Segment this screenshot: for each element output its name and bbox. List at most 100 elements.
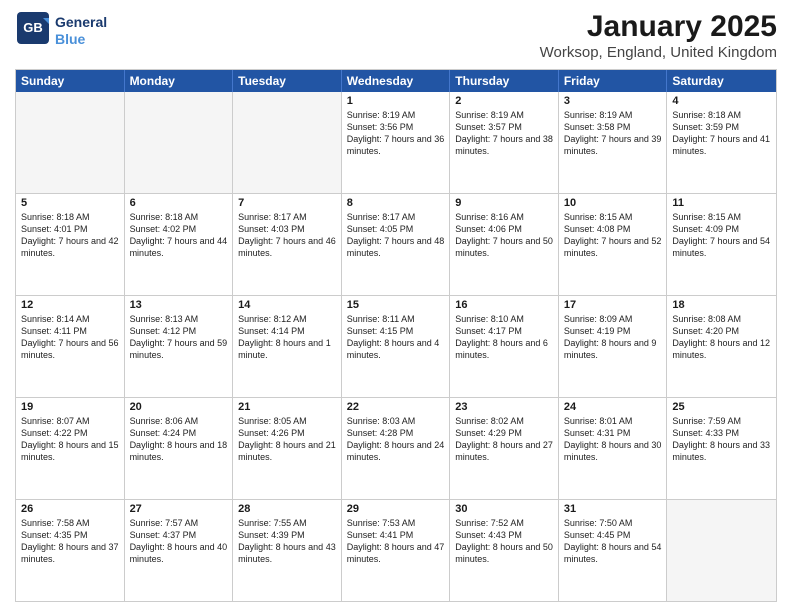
- cal-cell: 22 Sunrise: 8:03 AM Sunset: 4:28 PM Dayli…: [342, 398, 451, 499]
- day-number: 22: [347, 401, 445, 413]
- cal-week-row: 26 Sunrise: 7:58 AM Sunset: 4:35 PM Dayli…: [16, 499, 776, 601]
- cal-cell: 30Sunrise: 7:52 AM Sunset: 4:43 PM Dayli…: [450, 500, 559, 601]
- cal-cell: 1 Sunrise: 8:19 AM Sunset: 3:56 PM Daylig…: [342, 92, 451, 193]
- day-number: 31: [564, 503, 662, 515]
- page-title: January 2025: [540, 10, 777, 44]
- cell-info: Sunrise: 7:58 AM Sunset: 4:35 PM Dayligh…: [21, 517, 119, 566]
- cal-cell: 7 Sunrise: 8:17 AM Sunset: 4:03 PM Daylig…: [233, 194, 342, 295]
- cell-info: Sunrise: 7:59 AM Sunset: 4:33 PM Dayligh…: [672, 415, 771, 464]
- logo-icon: GB: [15, 10, 51, 46]
- cal-week-row: 5 Sunrise: 8:18 AM Sunset: 4:01 PM Daylig…: [16, 193, 776, 295]
- cal-cell: 16Sunrise: 8:10 AM Sunset: 4:17 PM Dayli…: [450, 296, 559, 397]
- cell-info: Sunrise: 8:14 AM Sunset: 4:11 PM Dayligh…: [21, 313, 119, 362]
- day-number: 26: [21, 503, 119, 515]
- day-number: 17: [564, 299, 662, 311]
- cal-cell: 10 Sunrise: 8:15 AM Sunset: 4:08 PM Dayli…: [559, 194, 668, 295]
- cal-cell: 2 Sunrise: 8:19 AM Sunset: 3:57 PM Daylig…: [450, 92, 559, 193]
- cal-week-row: 1 Sunrise: 8:19 AM Sunset: 3:56 PM Daylig…: [16, 92, 776, 193]
- cal-cell: 14Sunrise: 8:12 AM Sunset: 4:14 PM Dayli…: [233, 296, 342, 397]
- day-number: 29: [347, 503, 445, 515]
- cell-info: Sunrise: 7:53 AM Sunset: 4:41 PM Dayligh…: [347, 517, 445, 566]
- cell-info: Sunrise: 7:50 AM Sunset: 4:45 PM Dayligh…: [564, 517, 662, 566]
- day-number: 28: [238, 503, 336, 515]
- cell-info: Sunrise: 8:06 AM Sunset: 4:24 PM Dayligh…: [130, 415, 228, 464]
- cell-info: Sunrise: 8:08 AM Sunset: 4:20 PM Dayligh…: [672, 313, 771, 362]
- cal-header-day: Tuesday: [233, 70, 342, 92]
- day-number: 19: [21, 401, 119, 413]
- cell-info: Sunrise: 7:52 AM Sunset: 4:43 PM Dayligh…: [455, 517, 553, 566]
- cell-info: Sunrise: 8:17 AM Sunset: 4:03 PM Dayligh…: [238, 211, 336, 260]
- cell-info: Sunrise: 7:57 AM Sunset: 4:37 PM Dayligh…: [130, 517, 228, 566]
- cal-cell: 20 Sunrise: 8:06 AM Sunset: 4:24 PM Dayli…: [125, 398, 234, 499]
- cell-info: Sunrise: 8:12 AM Sunset: 4:14 PM Dayligh…: [238, 313, 336, 362]
- cal-cell: [233, 92, 342, 193]
- page: GB General Blue January 2025 Worksop, En…: [0, 0, 792, 612]
- day-number: 1: [347, 95, 445, 107]
- cell-info: Sunrise: 8:15 AM Sunset: 4:09 PM Dayligh…: [672, 211, 771, 260]
- cal-header-day: Monday: [125, 70, 234, 92]
- cal-cell: 4 Sunrise: 8:18 AM Sunset: 3:59 PM Daylig…: [667, 92, 776, 193]
- cal-cell: 13Sunrise: 8:13 AM Sunset: 4:12 PM Dayli…: [125, 296, 234, 397]
- cal-cell: 9 Sunrise: 8:16 AM Sunset: 4:06 PM Daylig…: [450, 194, 559, 295]
- cal-cell: 5 Sunrise: 8:18 AM Sunset: 4:01 PM Daylig…: [16, 194, 125, 295]
- cell-info: Sunrise: 8:13 AM Sunset: 4:12 PM Dayligh…: [130, 313, 228, 362]
- cal-cell: 27 Sunrise: 7:57 AM Sunset: 4:37 PM Dayli…: [125, 500, 234, 601]
- cal-cell: 26 Sunrise: 7:58 AM Sunset: 4:35 PM Dayli…: [16, 500, 125, 601]
- cal-cell: 3Sunrise: 8:19 AM Sunset: 3:58 PM Daylig…: [559, 92, 668, 193]
- cell-info: Sunrise: 8:15 AM Sunset: 4:08 PM Dayligh…: [564, 211, 662, 260]
- day-number: 5: [21, 197, 119, 209]
- day-number: 10: [564, 197, 662, 209]
- cell-info: Sunrise: 8:02 AM Sunset: 4:29 PM Dayligh…: [455, 415, 553, 464]
- day-number: 20: [130, 401, 228, 413]
- cell-info: Sunrise: 8:19 AM Sunset: 3:57 PM Dayligh…: [455, 109, 553, 158]
- cal-header-day: Thursday: [450, 70, 559, 92]
- cal-header-day: Saturday: [667, 70, 776, 92]
- day-number: 25: [672, 401, 771, 413]
- cell-info: Sunrise: 8:09 AM Sunset: 4:19 PM Dayligh…: [564, 313, 662, 362]
- cal-cell: [667, 500, 776, 601]
- cell-info: Sunrise: 7:55 AM Sunset: 4:39 PM Dayligh…: [238, 517, 336, 566]
- cal-cell: 18 Sunrise: 8:08 AM Sunset: 4:20 PM Dayli…: [667, 296, 776, 397]
- cal-cell: 29 Sunrise: 7:53 AM Sunset: 4:41 PM Dayli…: [342, 500, 451, 601]
- cell-info: Sunrise: 8:19 AM Sunset: 3:56 PM Dayligh…: [347, 109, 445, 158]
- calendar-header: SundayMondayTuesdayWednesdayThursdayFrid…: [16, 70, 776, 92]
- day-number: 8: [347, 197, 445, 209]
- cell-info: Sunrise: 8:05 AM Sunset: 4:26 PM Dayligh…: [238, 415, 336, 464]
- cell-info: Sunrise: 8:03 AM Sunset: 4:28 PM Dayligh…: [347, 415, 445, 464]
- cell-info: Sunrise: 8:01 AM Sunset: 4:31 PM Dayligh…: [564, 415, 662, 464]
- cal-header-day: Sunday: [16, 70, 125, 92]
- day-number: 11: [672, 197, 771, 209]
- day-number: 16: [455, 299, 553, 311]
- cell-info: Sunrise: 8:07 AM Sunset: 4:22 PM Dayligh…: [21, 415, 119, 464]
- cell-info: Sunrise: 8:17 AM Sunset: 4:05 PM Dayligh…: [347, 211, 445, 260]
- calendar-body: 1 Sunrise: 8:19 AM Sunset: 3:56 PM Daylig…: [16, 92, 776, 601]
- day-number: 15: [347, 299, 445, 311]
- day-number: 18: [672, 299, 771, 311]
- cal-cell: [16, 92, 125, 193]
- day-number: 24: [564, 401, 662, 413]
- logo-line2: Blue: [55, 31, 107, 48]
- cell-info: Sunrise: 8:18 AM Sunset: 3:59 PM Dayligh…: [672, 109, 771, 158]
- cal-cell: 11 Sunrise: 8:15 AM Sunset: 4:09 PM Dayli…: [667, 194, 776, 295]
- logo-line1: General: [55, 14, 107, 31]
- cell-info: Sunrise: 8:18 AM Sunset: 4:02 PM Dayligh…: [130, 211, 228, 260]
- day-number: 4: [672, 95, 771, 107]
- page-subtitle: Worksop, England, United Kingdom: [540, 44, 777, 61]
- cal-cell: 28 Sunrise: 7:55 AM Sunset: 4:39 PM Dayli…: [233, 500, 342, 601]
- day-number: 7: [238, 197, 336, 209]
- cal-week-row: 12Sunrise: 8:14 AM Sunset: 4:11 PM Dayli…: [16, 295, 776, 397]
- day-number: 27: [130, 503, 228, 515]
- cal-cell: 6 Sunrise: 8:18 AM Sunset: 4:02 PM Daylig…: [125, 194, 234, 295]
- cell-info: Sunrise: 8:16 AM Sunset: 4:06 PM Dayligh…: [455, 211, 553, 260]
- day-number: 23: [455, 401, 553, 413]
- title-block: January 2025 Worksop, England, United Ki…: [540, 10, 777, 61]
- day-number: 6: [130, 197, 228, 209]
- day-number: 9: [455, 197, 553, 209]
- cal-cell: 31 Sunrise: 7:50 AM Sunset: 4:45 PM Dayli…: [559, 500, 668, 601]
- cal-cell: 19 Sunrise: 8:07 AM Sunset: 4:22 PM Dayli…: [16, 398, 125, 499]
- cal-cell: 23 Sunrise: 8:02 AM Sunset: 4:29 PM Dayli…: [450, 398, 559, 499]
- calendar: SundayMondayTuesdayWednesdayThursdayFrid…: [15, 69, 777, 602]
- cell-info: Sunrise: 8:18 AM Sunset: 4:01 PM Dayligh…: [21, 211, 119, 260]
- cal-header-day: Wednesday: [342, 70, 451, 92]
- day-number: 2: [455, 95, 553, 107]
